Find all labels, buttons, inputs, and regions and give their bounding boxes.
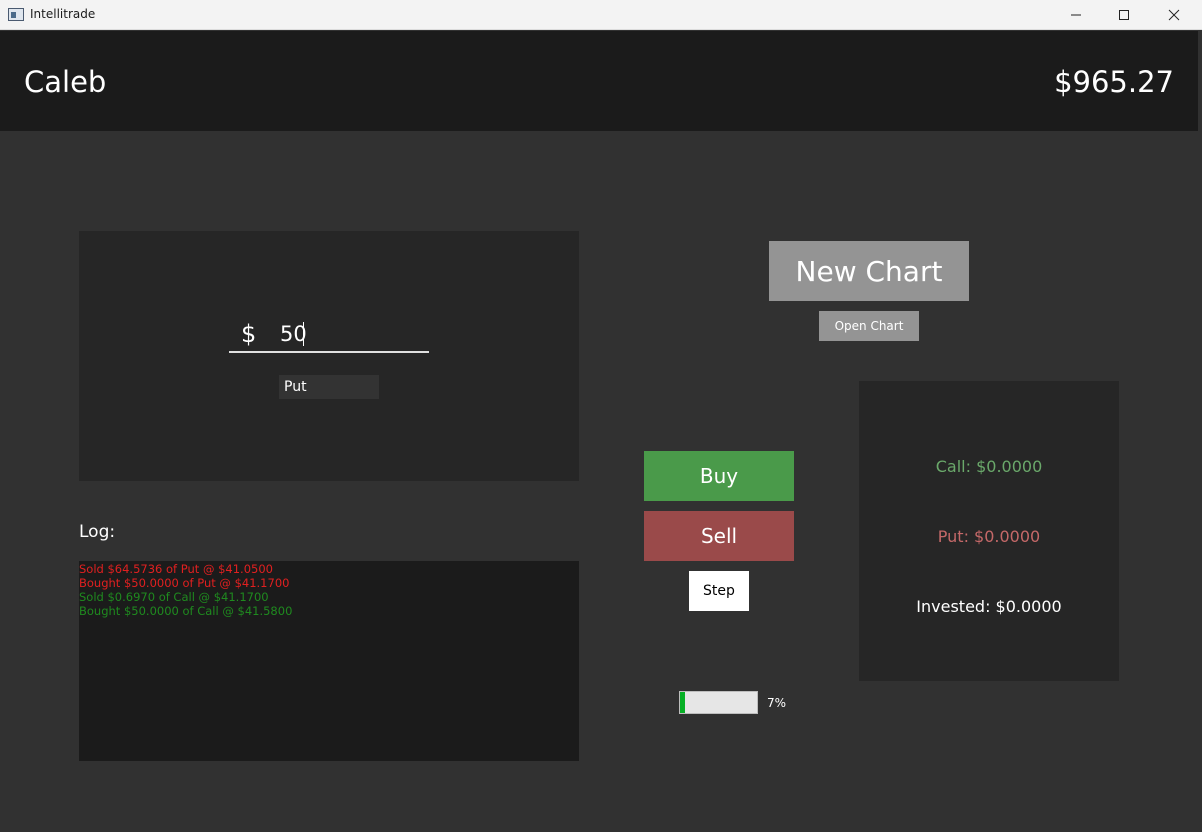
app-window: Intellitrade Caleb $965.27 $ Put Log: So… bbox=[0, 0, 1202, 832]
progress-fill bbox=[680, 692, 686, 713]
close-icon bbox=[1168, 9, 1180, 21]
user-name: Caleb bbox=[24, 65, 107, 99]
header-bar: Caleb $965.27 bbox=[0, 31, 1198, 131]
log-entry: Sold $0.6970 of Call @ $41.1700 bbox=[79, 590, 269, 604]
log-entry: Sold $64.5736 of Put @ $41.0500 bbox=[79, 562, 273, 576]
maximize-icon bbox=[1119, 10, 1129, 20]
minimize-icon bbox=[1071, 14, 1081, 16]
close-button[interactable] bbox=[1150, 0, 1198, 30]
maximize-button[interactable] bbox=[1100, 0, 1148, 30]
option-type-select[interactable]: Put bbox=[279, 375, 379, 399]
open-chart-button[interactable]: Open Chart bbox=[819, 311, 919, 341]
put-position: Put: $0.0000 bbox=[937, 527, 1041, 546]
new-chart-button[interactable]: New Chart bbox=[769, 241, 969, 301]
account-balance: $965.27 bbox=[1054, 65, 1174, 99]
text-caret bbox=[303, 322, 304, 346]
progress-label: 7% bbox=[767, 696, 787, 710]
window-title: Intellitrade bbox=[30, 7, 96, 21]
step-button[interactable]: Step bbox=[689, 571, 749, 611]
amount-input[interactable] bbox=[280, 320, 420, 348]
app-icon bbox=[8, 8, 24, 21]
call-position: Call: $0.0000 bbox=[935, 457, 1043, 476]
log-label: Log: bbox=[79, 522, 116, 542]
order-input-panel bbox=[79, 231, 579, 481]
minimize-button[interactable] bbox=[1052, 0, 1100, 30]
invested-total: Invested: $0.0000 bbox=[916, 597, 1062, 616]
log-entry: Bought $50.0000 of Call @ $41.5800 bbox=[79, 604, 293, 618]
amount-underline bbox=[229, 351, 429, 353]
buy-button[interactable]: Buy bbox=[644, 451, 794, 501]
progress-bar bbox=[679, 691, 758, 714]
sell-button[interactable]: Sell bbox=[644, 511, 794, 561]
title-bar: Intellitrade bbox=[0, 0, 1202, 30]
log-box[interactable]: Sold $64.5736 of Put @ $41.0500 Bought $… bbox=[79, 561, 579, 761]
log-entry: Bought $50.0000 of Put @ $41.1700 bbox=[79, 576, 290, 590]
currency-symbol: $ bbox=[241, 320, 257, 348]
